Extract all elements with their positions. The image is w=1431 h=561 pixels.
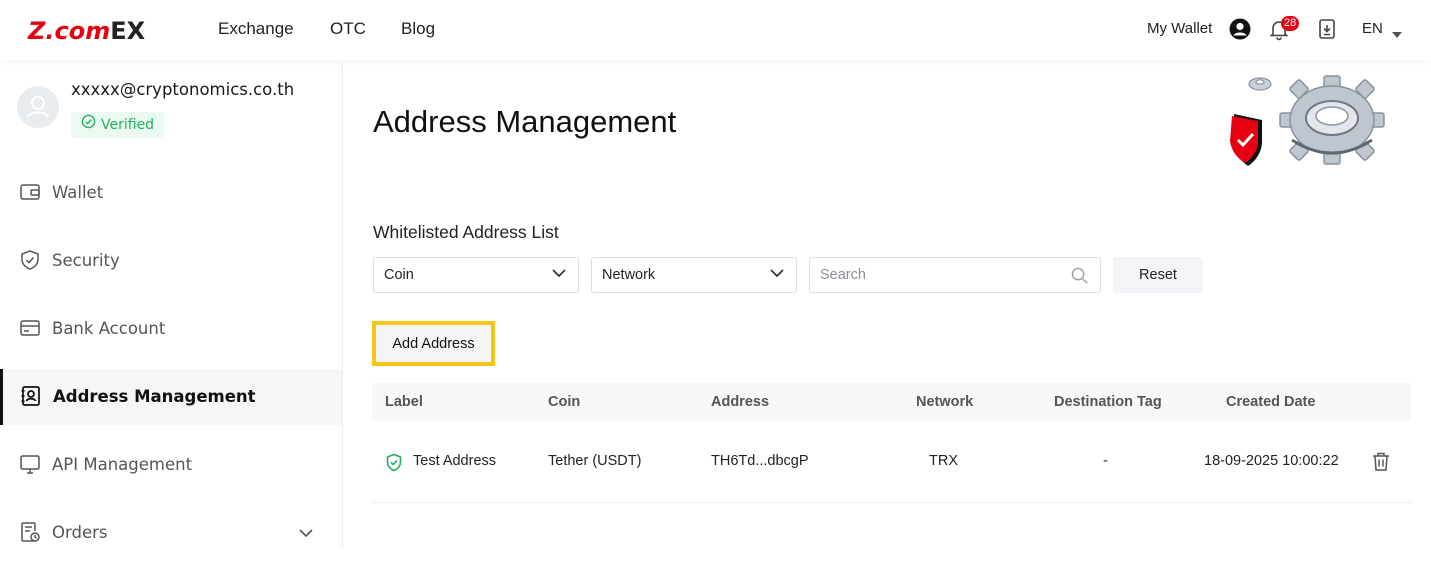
avatar (17, 86, 59, 128)
chevron-down-icon (552, 269, 566, 278)
section-title: Whitelisted Address List (373, 222, 559, 242)
column-header-address: Address (711, 394, 770, 410)
download-app-icon[interactable] (1315, 17, 1339, 41)
sidebar-item-api-management[interactable]: API Management (0, 437, 342, 493)
cell-address: TH6Td...dbcgP (711, 453, 809, 469)
column-header-created-date: Created Date (1226, 394, 1316, 410)
column-header-destination-tag: Destination Tag (1054, 394, 1162, 410)
main-content: Address Management Whitelisted Address L… (344, 62, 1431, 547)
monitor-icon (18, 452, 42, 476)
sidebar-item-label: API Management (52, 455, 193, 474)
search-icon[interactable] (1071, 267, 1088, 284)
sidebar-item-bank-account[interactable]: Bank Account (0, 301, 342, 357)
nav-otc[interactable]: OTC (330, 19, 366, 39)
chevron-down-icon (770, 269, 784, 278)
my-wallet-link[interactable]: My Wallet (1147, 20, 1212, 37)
nav-blog[interactable]: Blog (401, 19, 435, 39)
column-header-label: Label (385, 394, 423, 410)
sidebar: xxxxx@cryptonomics.co.th Verified Wallet… (0, 62, 343, 547)
search-input[interactable] (820, 258, 1060, 292)
top-navigation-bar: Z.comEX Exchange OTC Blog My Wallet 28 E… (0, 0, 1431, 60)
user-account-icon[interactable] (1228, 17, 1252, 41)
user-email: xxxxx@cryptonomics.co.th (71, 80, 295, 99)
chevron-down-icon[interactable] (298, 525, 314, 543)
network-select[interactable]: Network (591, 257, 797, 293)
orders-icon (18, 520, 42, 544)
nav-exchange[interactable]: Exchange (218, 19, 294, 39)
settings-gear-illustration (1222, 70, 1412, 180)
trash-icon[interactable] (1371, 451, 1391, 477)
sidebar-item-address-management[interactable]: Address Management (0, 369, 342, 425)
sidebar-item-wallet[interactable]: Wallet (0, 165, 342, 221)
table-header: Label Coin Address Network Destination T… (372, 383, 1411, 421)
sidebar-item-security[interactable]: Security (0, 233, 342, 289)
cell-network: TRX (929, 453, 958, 469)
table-row: Test Address Tether (USDT) TH6Td...dbcgP… (372, 421, 1411, 503)
sidebar-item-label: Orders (52, 523, 108, 542)
cell-label: Test Address (413, 453, 497, 469)
caret-down-icon[interactable] (1392, 26, 1402, 44)
cell-coin: Tether (USDT) (548, 453, 642, 469)
brand-logo[interactable]: Z.comEX (28, 17, 145, 45)
column-header-coin: Coin (548, 394, 581, 410)
column-header-network: Network (916, 394, 974, 410)
check-circle-icon (81, 112, 96, 138)
verified-label: Verified (101, 117, 155, 133)
sidebar-item-label: Wallet (52, 183, 104, 202)
reset-button[interactable]: Reset (1113, 257, 1203, 293)
cell-created-date: 18-09-2025 10:00:22 (1204, 453, 1339, 469)
add-address-button[interactable]: Add Address (372, 321, 495, 366)
page-title: Address Management (373, 104, 677, 139)
network-select-value: Network (602, 267, 656, 283)
address-book-icon (19, 384, 43, 408)
notification-badge: 28 (1281, 16, 1300, 31)
card-icon (18, 316, 42, 340)
cell-destination-tag: - (1103, 453, 1108, 469)
language-selector[interactable]: EN (1362, 20, 1383, 37)
coin-select-value: Coin (384, 267, 414, 283)
sidebar-item-label: Address Management (53, 387, 256, 406)
sidebar-item-orders[interactable]: Orders (0, 505, 342, 561)
sidebar-item-label: Bank Account (52, 319, 166, 338)
wallet-icon (18, 180, 42, 204)
verified-badge: Verified (71, 112, 165, 138)
search-box (809, 257, 1101, 293)
shield-check-icon (385, 453, 403, 477)
coin-select[interactable]: Coin (373, 257, 579, 293)
sidebar-item-label: Security (52, 251, 120, 270)
shield-icon (18, 248, 42, 272)
